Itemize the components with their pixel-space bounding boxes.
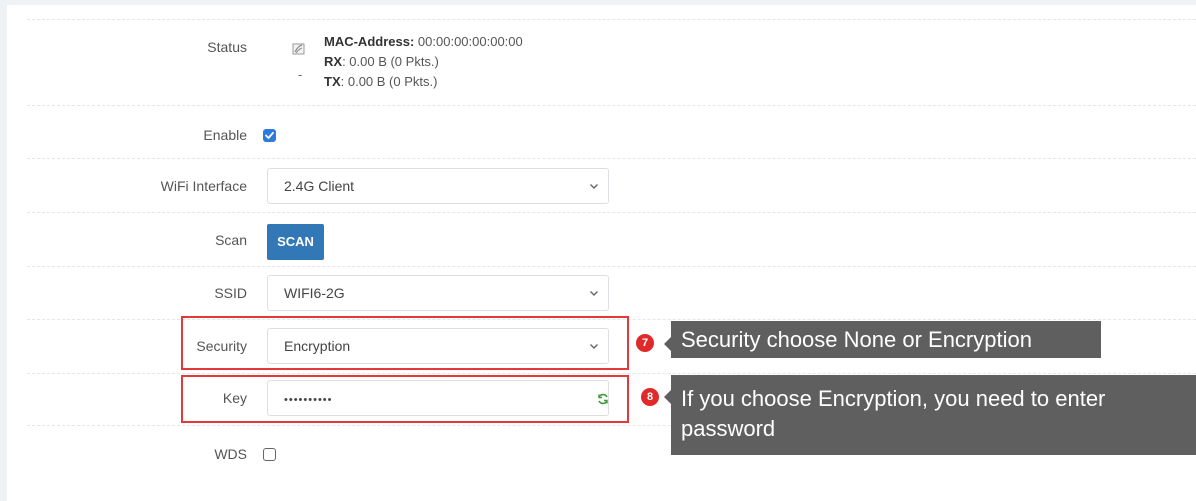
ssid-label: SSID [214, 285, 247, 301]
row-divider [27, 373, 1196, 374]
checkmark-icon [265, 131, 274, 139]
rx-label: RX [324, 54, 343, 69]
row-divider [27, 19, 1196, 20]
wds-checkbox[interactable] [263, 448, 276, 461]
step-7-callout: Security choose None or Encryption [671, 321, 1101, 358]
wds-label: WDS [214, 446, 247, 462]
chevron-down-icon [590, 184, 598, 189]
status-label: Status [207, 39, 247, 55]
row-divider [27, 212, 1196, 213]
wifi-interface-value: 2.4G Client [284, 178, 355, 194]
tx-value: : 0.00 B (0 Pkts.) [340, 74, 438, 89]
mac-address-line: MAC-Address: 00:00:00:00:00:00 [324, 34, 523, 49]
key-input[interactable]: •••••••••• [267, 380, 609, 416]
rx-line: RX: 0.00 B (0 Pkts.) [324, 54, 439, 69]
status-dash: - [298, 67, 303, 82]
security-value: Encryption [284, 338, 351, 354]
ssid-value: WIFI6-2G [284, 285, 345, 301]
mac-address-value: 00:00:00:00:00:00 [417, 34, 523, 49]
settings-panel: Status - MAC-Address: 00:00:00:00:00:00 … [7, 5, 1196, 501]
tx-line: TX: 0.00 B (0 Pkts.) [324, 74, 437, 89]
step-8-callout: If you choose Encryption, you need to en… [671, 375, 1196, 455]
step-8-badge: 8 [641, 388, 659, 406]
scan-button[interactable]: SCAN [267, 224, 324, 260]
callout-arrow [664, 337, 671, 351]
key-value: •••••••••• [284, 394, 333, 406]
key-label: Key [222, 390, 247, 406]
step-7-badge: 7 [636, 334, 654, 352]
enable-label: Enable [203, 127, 247, 143]
wifi-interface-label: WiFi Interface [160, 178, 247, 194]
row-divider [27, 266, 1196, 267]
callout-arrow [664, 390, 671, 404]
ssid-select[interactable]: WIFI6-2G [267, 275, 609, 311]
row-divider [27, 105, 1196, 106]
chevron-down-icon [590, 344, 598, 349]
wifi-interface-select[interactable]: 2.4G Client [267, 168, 609, 204]
tx-label: TX [324, 74, 341, 89]
wireless-status-icon [291, 41, 307, 57]
chevron-down-icon [590, 291, 598, 296]
mac-address-label: MAC-Address: [324, 34, 415, 49]
rx-value: : 0.00 B (0 Pkts.) [342, 54, 439, 69]
enable-checkbox[interactable] [263, 129, 276, 142]
security-select[interactable]: Encryption [267, 328, 609, 364]
security-label: Security [196, 338, 247, 354]
row-divider [27, 158, 1196, 159]
reveal-password-icon[interactable] [596, 392, 610, 406]
scan-label: Scan [215, 232, 247, 248]
